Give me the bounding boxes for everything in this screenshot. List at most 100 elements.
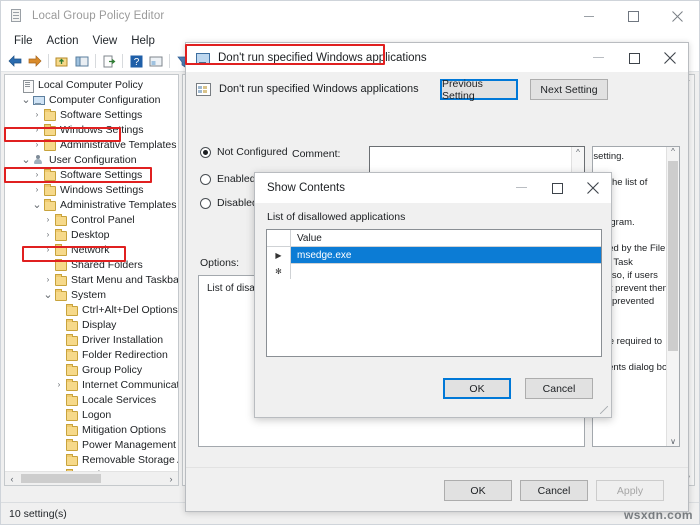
table-row[interactable]: ✻ — [267, 263, 601, 279]
tree-item-label: Group Policy — [82, 363, 143, 376]
tree-item-administrative-templates[interactable]: ⌄ Administrative Templates — [5, 197, 178, 212]
tree-item-removable-storage-acce[interactable]: Removable Storage Acce — [5, 452, 178, 467]
menu-view[interactable]: View — [87, 34, 126, 49]
radio-indicator — [200, 197, 211, 209]
radio-enabled[interactable]: Enabled — [200, 173, 256, 185]
scroll-up-icon[interactable]: ^ — [572, 147, 584, 159]
values-grid[interactable]: Value ▶ msedge.exe ✻ — [266, 229, 602, 357]
close-icon[interactable] — [575, 173, 611, 203]
scroll-thumb[interactable] — [21, 474, 101, 483]
show-contents-ok-button[interactable]: OK — [443, 378, 511, 399]
policy-tree[interactable]: Local Computer Policy ⌄ Computer Configura… — [5, 77, 178, 485]
tree-item-group-policy[interactable]: Group Policy — [5, 362, 178, 377]
tree-item-network[interactable]: › Network — [5, 242, 178, 257]
tree-item-shared-folders[interactable]: Shared Folders — [5, 257, 178, 272]
tree-item-windows-settings[interactable]: › Windows Settings — [5, 122, 178, 137]
menu-file[interactable]: File — [8, 34, 41, 49]
chevron-right-icon[interactable]: › — [42, 245, 54, 254]
tree-item-software-settings[interactable]: › Software Settings — [5, 107, 178, 122]
chevron-right-icon[interactable]: › — [42, 275, 54, 284]
tree-item-system[interactable]: ⌄ System — [5, 287, 178, 302]
row-value[interactable]: msedge.exe — [291, 247, 601, 263]
chevron-right-icon[interactable]: › — [42, 215, 54, 224]
back-arrow-icon[interactable] — [5, 52, 25, 71]
show-contents-window-controls — [503, 173, 611, 203]
tree-item-label: Administrative Templates — [60, 138, 177, 151]
export-list-icon[interactable] — [99, 52, 119, 71]
resize-grip-icon[interactable] — [600, 406, 608, 414]
tree-item-ctrl-alt-del-options[interactable]: Ctrl+Alt+Del Options — [5, 302, 178, 317]
tree-item-logon[interactable]: Logon — [5, 407, 178, 422]
scroll-thumb[interactable] — [668, 161, 678, 351]
policy-dialog-title: Don't run specified Windows applications — [218, 51, 427, 64]
toolbar-separator — [95, 54, 96, 68]
policy-ok-button[interactable]: OK — [444, 480, 512, 501]
help-icon[interactable]: ? — [126, 52, 146, 71]
close-icon[interactable] — [652, 43, 688, 73]
menu-help[interactable]: Help — [125, 34, 163, 49]
grid-header-selector — [267, 230, 291, 246]
close-icon[interactable] — [655, 1, 699, 31]
forward-arrow-icon[interactable] — [25, 52, 45, 71]
tree-item-label: Network — [71, 243, 110, 256]
previous-setting-button[interactable]: Previous Setting — [440, 78, 518, 102]
folder-icon — [43, 198, 56, 211]
tree-item-windows-settings[interactable]: › Windows Settings — [5, 182, 178, 197]
chevron-right-icon[interactable]: › — [53, 380, 65, 389]
up-folder-icon[interactable] — [52, 52, 72, 71]
scroll-up-icon[interactable]: ^ — [667, 147, 679, 156]
chevron-right-icon[interactable]: › — [31, 110, 43, 119]
show-hide-tree-icon[interactable] — [72, 52, 92, 71]
minimize-icon[interactable] — [567, 1, 611, 31]
next-setting-button[interactable]: Next Setting — [530, 79, 608, 100]
chevron-right-icon[interactable]: › — [31, 170, 43, 179]
tree-item-start-menu-and-taskbar[interactable]: › Start Menu and Taskbar — [5, 272, 178, 287]
maximize-icon[interactable] — [539, 173, 575, 203]
chevron-down-icon[interactable]: ⌄ — [31, 199, 43, 210]
maximize-icon[interactable] — [616, 43, 652, 73]
chevron-right-icon[interactable]: › — [31, 140, 43, 149]
tree-item-label: Windows Settings — [60, 183, 144, 196]
scroll-right-icon[interactable]: › — [164, 474, 178, 484]
maximize-icon[interactable] — [611, 1, 655, 31]
chevron-right-icon[interactable]: › — [42, 230, 54, 239]
policy-cancel-button[interactable]: Cancel — [520, 480, 588, 501]
folder-icon — [54, 288, 67, 301]
tree-item-desktop[interactable]: › Desktop — [5, 227, 178, 242]
minimize-icon[interactable] — [580, 43, 616, 73]
tree-item-control-panel[interactable]: › Control Panel — [5, 212, 178, 227]
tree-item-computer-configuration[interactable]: ⌄ Computer Configuration — [5, 92, 178, 107]
tree-item-power-management[interactable]: Power Management — [5, 437, 178, 452]
radio-disabled[interactable]: Disabled — [200, 197, 258, 209]
tree-item-driver-installation[interactable]: Driver Installation — [5, 332, 178, 347]
tree-item-label: System — [71, 288, 107, 301]
scroll-left-icon[interactable]: ‹ — [5, 474, 19, 484]
minimize-icon[interactable] — [503, 173, 539, 203]
tree-item-folder-redirection[interactable]: Folder Redirection — [5, 347, 178, 362]
chevron-down-icon[interactable]: ⌄ — [42, 289, 54, 300]
chevron-right-icon[interactable]: › — [31, 185, 43, 194]
tree-item-administrative-templates[interactable]: › Administrative Templates — [5, 137, 178, 152]
chevron-right-icon[interactable]: › — [31, 125, 43, 134]
chevron-down-icon[interactable]: ⌄ — [20, 94, 32, 105]
folder-icon — [65, 438, 78, 451]
tree-item-display[interactable]: Display — [5, 317, 178, 332]
scroll-down-icon[interactable]: ∨ — [667, 437, 679, 446]
tree-item-internet-communication[interactable]: › Internet Communication — [5, 377, 178, 392]
show-contents-cancel-button[interactable]: Cancel — [525, 378, 593, 399]
folder-icon — [65, 378, 78, 391]
tree-horizontal-scrollbar[interactable]: ‹ › — [5, 471, 178, 485]
tree-item-mitigation-options[interactable]: Mitigation Options — [5, 422, 178, 437]
help-scrollbar[interactable]: ^ ∨ — [666, 147, 679, 446]
tree-item-local-computer-policy[interactable]: Local Computer Policy — [5, 77, 178, 93]
chevron-down-icon[interactable]: ⌄ — [20, 154, 32, 165]
radio-not-configured[interactable]: Not Configured — [200, 146, 288, 158]
tree-item-user-configuration[interactable]: ⌄ User Configuration — [5, 152, 178, 167]
row-value[interactable] — [291, 263, 601, 279]
properties-icon[interactable] — [146, 52, 166, 71]
menu-action[interactable]: Action — [41, 34, 87, 49]
folder-icon — [65, 393, 78, 406]
tree-item-software-settings[interactable]: › Software Settings — [5, 167, 178, 182]
tree-item-locale-services[interactable]: Locale Services — [5, 392, 178, 407]
table-row[interactable]: ▶ msedge.exe — [267, 247, 601, 263]
